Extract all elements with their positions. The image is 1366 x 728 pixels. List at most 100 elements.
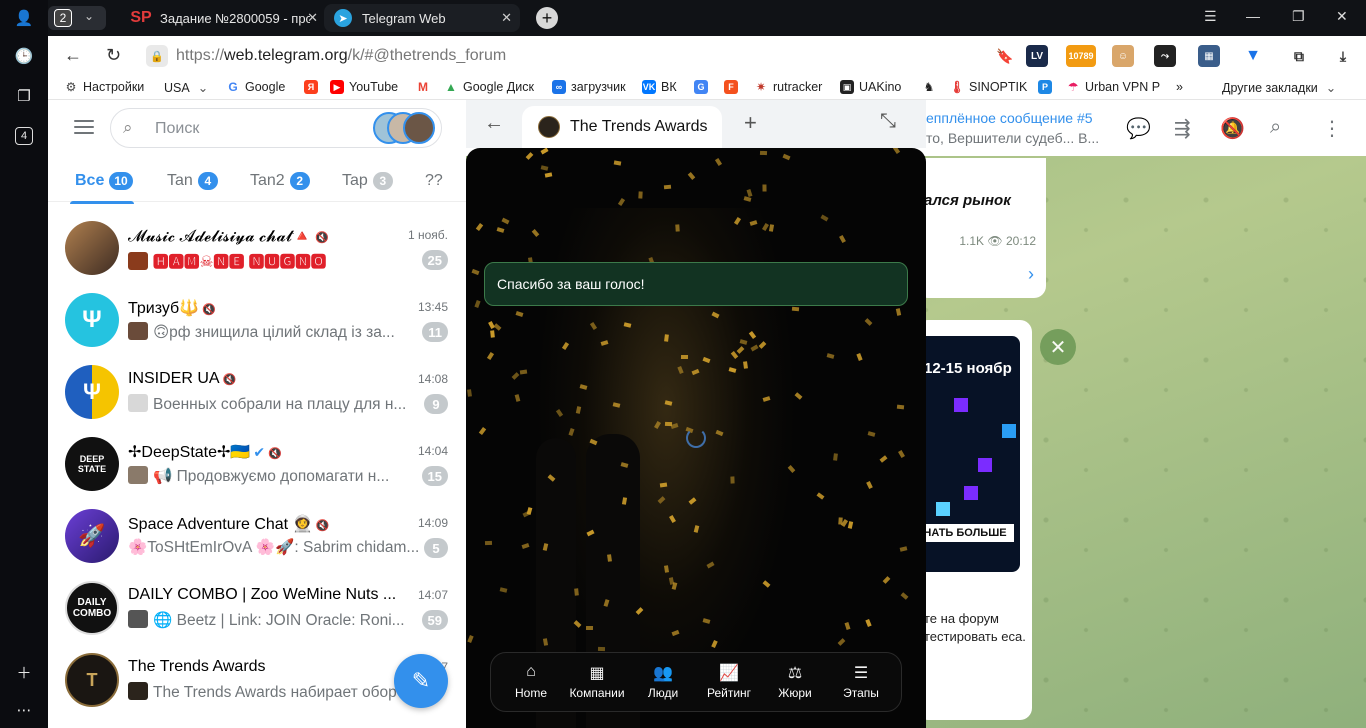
extension-diamond-icon[interactable]: ▼	[1242, 45, 1264, 67]
hamburger-menu-icon[interactable]	[74, 120, 94, 134]
bookmark-sinoptik[interactable]: 🌡 SINOPTIK	[949, 80, 1027, 94]
pinned-message-text[interactable]: то, Вершители судеб... В...	[926, 130, 1099, 146]
chat-item[interactable]: DEEP STATE ✢DeepState✢🇺🇦 ✔ 🔇 14:04 📢 Продов…	[48, 428, 466, 500]
eye-icon: 👁	[987, 234, 1003, 248]
miniapp-tab[interactable]: The Trends Awards	[522, 106, 722, 148]
collapse-icon[interactable]: ⤡	[880, 110, 896, 133]
bookmark-vk[interactable]: VK ВК	[642, 80, 677, 94]
story-avatar[interactable]	[403, 112, 435, 144]
bookmarks-more[interactable]: »	[1176, 80, 1183, 94]
message-thumbnail	[128, 322, 148, 340]
nav-home[interactable]: ⌂ Home	[499, 663, 563, 700]
bookmark-icon[interactable]: 🔖	[994, 45, 1016, 67]
confetti-piece	[762, 184, 767, 192]
bookmark-rutracker[interactable]: ✷ rutracker	[754, 80, 822, 94]
folder-tabs: Все 10 Tan 4 Tan2 2 Tap 3 ??	[48, 162, 466, 202]
tab-group-button[interactable]: 2 ⌄	[48, 6, 106, 30]
tab-unknown[interactable]: ??	[425, 172, 443, 190]
bookmark-p[interactable]: P	[1038, 80, 1057, 94]
add-icon[interactable]: +	[744, 110, 757, 136]
ad-cta-button[interactable]: НАТЬ БОЛЬШЕ	[916, 524, 1014, 542]
sponsored-card[interactable]: 12-15 ноябр НАТЬ БОЛЬШЕ те на форум тест…	[916, 320, 1032, 720]
bookmark-usa[interactable]: USA ⌄	[164, 80, 208, 96]
close-ad-button[interactable]: ✕	[1040, 329, 1076, 365]
add-panel-icon[interactable]: ＋	[12, 660, 36, 684]
chat-item[interactable]: Ψ INSIDER UA 🔇 14:08 Военных собрали на п…	[48, 356, 466, 428]
confetti-piece	[540, 148, 549, 155]
chat-item[interactable]: Ψ Тризуб🔱 🔇 13:45 🙃рф знищила цілий склад…	[48, 284, 466, 356]
nav-jury[interactable]: ⚖ Жюри	[763, 663, 827, 700]
extension-face-icon[interactable]: ☺	[1112, 45, 1134, 67]
confetti-piece	[478, 427, 487, 435]
bookmark-chess[interactable]: ♞	[922, 80, 941, 94]
bookmark-google[interactable]: G Google	[226, 80, 285, 94]
bookmark-urban-vpn[interactable]: ☂ Urban VPN P	[1066, 80, 1160, 94]
menu-icon[interactable]: ☰	[1204, 8, 1217, 25]
muted-icon: 🔇	[222, 374, 237, 386]
back-icon[interactable]: ←	[64, 45, 82, 66]
reload-icon[interactable]: ↻	[106, 45, 121, 66]
more-vertical-icon[interactable]: ⋮	[1322, 116, 1342, 141]
active-tab-indicator	[70, 201, 134, 204]
bookmark-settings[interactable]: ⚙ Настройки	[64, 80, 145, 94]
close-window-icon[interactable]: ✕	[1336, 8, 1348, 25]
collections-icon[interactable]: ❐	[12, 84, 36, 108]
chevron-down-icon: ⌄	[84, 9, 95, 23]
bookmark-google-drive[interactable]: ▲ Google Диск	[444, 80, 534, 94]
search-icon[interactable]: ⌕	[1270, 116, 1281, 139]
profile-icon[interactable]: 👤	[12, 6, 36, 30]
extensions-puzzle-icon[interactable]: ⧉	[1288, 45, 1310, 67]
comments-icon[interactable]: 💬	[1126, 116, 1151, 141]
extension-lv-icon[interactable]: LV	[1026, 45, 1048, 67]
bookmark-gmail[interactable]: M	[416, 80, 435, 94]
tab-task[interactable]: SP Задание №2800059 - прос ✕	[130, 4, 326, 32]
close-tab-icon[interactable]: ✕	[307, 10, 318, 26]
tab-all[interactable]: Все 10	[75, 172, 133, 190]
close-tab-icon[interactable]: ✕	[501, 10, 512, 26]
search-input[interactable]: ⌕ Поиск	[110, 108, 442, 148]
nav-rating[interactable]: 📈 Рейтинг	[697, 663, 761, 700]
chat-item[interactable]: DAILY COMBO DAILY COMBO | Zoo WeMine Nuts…	[48, 572, 466, 644]
tab-tan2[interactable]: Tan2 2	[250, 172, 310, 190]
bookmark-translate[interactable]: G	[694, 80, 713, 94]
bookmark-downloader[interactable]: ∞ загрузчик	[552, 80, 626, 94]
new-tab-button[interactable]: +	[536, 7, 558, 29]
pinned-message-title[interactable]: епплённое сообщение #5	[926, 110, 1093, 126]
minimize-icon[interactable]: —	[1246, 8, 1260, 24]
tab-tap[interactable]: Tap 3	[342, 172, 393, 190]
bookmark-youtube[interactable]: ▶ YouTube	[330, 80, 398, 94]
confetti-piece	[474, 300, 481, 308]
nav-companies[interactable]: ▦ Компании	[565, 663, 629, 700]
tab-tan[interactable]: Tan 4	[167, 172, 218, 190]
bookmark-f[interactable]: F	[724, 80, 743, 94]
extension-counter[interactable]: 10789	[1066, 45, 1096, 67]
lock-icon[interactable]: 🔒	[146, 45, 168, 67]
rocket-icon: 🚀	[65, 509, 119, 563]
tabs-count-icon[interactable]: 4	[15, 127, 33, 145]
bookmark-yandex[interactable]: Я	[304, 80, 323, 94]
restore-icon[interactable]: ❐	[1292, 8, 1305, 25]
other-bookmarks[interactable]: Другие закладки ⌄	[1222, 80, 1336, 96]
address-bar-row: ← ↻ 🔒 https://web.telegram.org/k/#@thetr…	[48, 36, 1366, 76]
compose-button[interactable]: ✎	[394, 654, 448, 708]
forward-arrow-icon[interactable]: ›	[1028, 264, 1034, 285]
back-arrow-icon[interactable]: ←	[484, 112, 504, 135]
tab-telegram[interactable]: ➤ Telegram Web ✕	[324, 4, 520, 32]
trident-icon: Ψ	[65, 293, 119, 347]
bookmark-uakino[interactable]: ▣ UAKino	[840, 80, 901, 94]
chat-item[interactable]: 𝓜𝓾𝓼𝓲𝓬 𝓐𝓭𝓮𝓵𝓲𝓼𝓲𝔂𝓪 𝓬𝓱𝓪𝓽🔺 🔇 1 нояб. 🅷🅰🅼☠🅽🅴 🅽🆄…	[48, 212, 466, 284]
nav-stages[interactable]: ☰ Этапы	[829, 663, 893, 700]
url-field[interactable]: https://web.telegram.org/k/#@thetrends_f…	[176, 47, 506, 65]
miniapp-title: The Trends Awards	[570, 118, 708, 135]
nav-people[interactable]: 👥 Люди	[631, 663, 695, 700]
extension-media-icon[interactable]: ▦	[1198, 45, 1220, 67]
stories[interactable]	[373, 112, 437, 144]
extension-arrow-icon[interactable]: ⤳	[1154, 45, 1176, 67]
boost-icon[interactable]: ⇶	[1174, 116, 1191, 141]
download-icon[interactable]: ⤓	[1332, 45, 1354, 67]
chat-item[interactable]: 🚀 Space Adventure Chat 👩‍🚀 🔇 14:09 🌸ToSHt…	[48, 500, 466, 572]
search-icon: ⌕	[123, 118, 133, 137]
more-icon[interactable]: ⋯	[12, 698, 36, 722]
history-icon[interactable]: 🕒	[12, 44, 36, 68]
mute-bell-icon[interactable]: 🔕	[1220, 116, 1245, 141]
